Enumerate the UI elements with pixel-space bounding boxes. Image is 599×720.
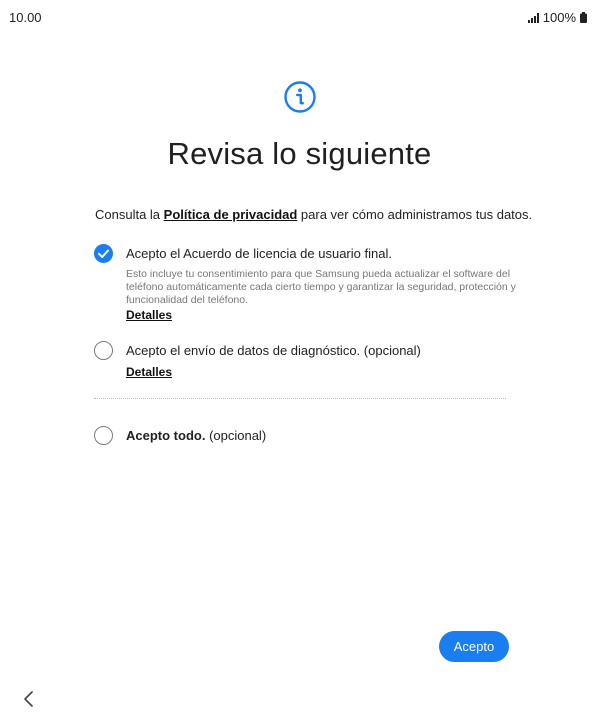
intro-suffix: para ver cómo administramos tus datos. <box>297 207 533 222</box>
eula-details-link[interactable]: Detalles <box>126 308 172 322</box>
diagnostics-optional: (opcional) <box>363 343 421 358</box>
eula-description: Esto incluye tu consentimiento para que … <box>126 268 516 306</box>
diagnostics-checkbox[interactable] <box>94 341 113 360</box>
diagnostics-details-link[interactable]: Detalles <box>126 365 172 379</box>
status-indicators: 100% <box>527 10 587 25</box>
divider <box>94 398 506 399</box>
option-diagnostics: Acepto el envío de datos de diagnóstico.… <box>94 341 514 381</box>
signal-icon <box>527 12 539 23</box>
accept-all-checkbox[interactable] <box>94 426 113 445</box>
option-accept-all: Acepto todo. (opcional) <box>94 426 514 448</box>
diagnostics-label-text: Acepto el envío de datos de diagnóstico. <box>126 343 361 358</box>
screen: 10.00 100% Revisa lo siguiente Consulta … <box>0 0 599 720</box>
status-time: 10.00 <box>9 10 42 25</box>
intro-prefix: Consulta la <box>95 207 164 222</box>
accept-button[interactable]: Acepto <box>439 631 509 662</box>
diagnostics-label[interactable]: Acepto el envío de datos de diagnóstico.… <box>126 343 421 358</box>
checkmark-icon <box>98 249 109 258</box>
accept-all-label[interactable]: Acepto todo. (opcional) <box>126 428 266 443</box>
page-title: Revisa lo siguiente <box>167 136 432 171</box>
eula-checkbox[interactable] <box>94 244 113 263</box>
chevron-left-icon[interactable] <box>20 688 38 710</box>
option-eula: Acepto el Acuerdo de licencia de usuario… <box>94 244 516 324</box>
battery-icon <box>580 12 587 23</box>
intro-text: Consulta la Política de privacidad para … <box>95 207 532 222</box>
eula-label[interactable]: Acepto el Acuerdo de licencia de usuario… <box>126 246 392 261</box>
info-icon <box>284 81 316 113</box>
battery-level: 100% <box>542 10 576 25</box>
accept-all-label-text: Acepto todo. <box>126 428 206 443</box>
accept-all-optional: (opcional) <box>209 428 267 443</box>
status-bar: 10.00 100% <box>0 0 599 34</box>
privacy-policy-link[interactable]: Política de privacidad <box>164 207 298 222</box>
